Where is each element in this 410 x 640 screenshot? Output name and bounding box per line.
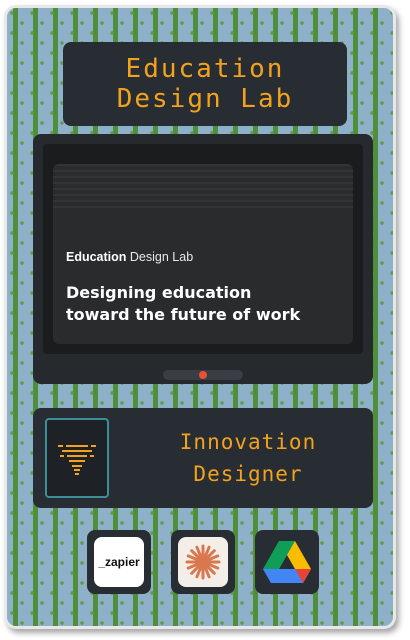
monitor-screen: Education Design Lab Designing education… xyxy=(43,144,363,354)
lightbulb-icon xyxy=(58,445,96,475)
slide-brand-bold: Education xyxy=(66,250,127,264)
zapier-logo-text: _zapier xyxy=(98,555,140,569)
role-icon-frame xyxy=(45,418,109,498)
power-led xyxy=(199,371,207,379)
slide-headline-line-1: Designing education xyxy=(66,283,252,302)
role-panel: Innovation Designer xyxy=(33,408,373,508)
tool-icons-row: _zapier xyxy=(7,530,393,600)
asterisk-logo-icon xyxy=(178,537,228,587)
monitor: Education Design Lab Designing education… xyxy=(33,134,373,384)
role-title: Innovation Designer xyxy=(133,426,363,490)
monitor-stand-bar xyxy=(163,370,243,380)
title-panel: Education Design Lab xyxy=(63,42,347,126)
zapier-icon: _zapier xyxy=(94,537,144,587)
google-drive-icon xyxy=(263,541,311,583)
slide-brand: Education Design Lab xyxy=(66,250,193,264)
claude-tile[interactable] xyxy=(171,530,235,594)
zapier-tile[interactable]: _zapier xyxy=(87,530,151,594)
slide-headline-line-2: toward the future of work xyxy=(66,305,301,324)
slide-stripes xyxy=(53,164,353,208)
profile-card: Education Design Lab Education Design La… xyxy=(4,5,396,629)
title-line-2: Design Lab xyxy=(116,84,294,114)
google-drive-tile[interactable] xyxy=(255,530,319,594)
role-title-line-1: Innovation xyxy=(179,430,317,454)
slide-headline: Designing education toward the future of… xyxy=(66,282,346,326)
presentation-slide: Education Design Lab Designing education… xyxy=(53,164,353,344)
slide-brand-rest: Design Lab xyxy=(129,250,194,264)
title-line-1: Education xyxy=(125,54,285,84)
role-title-line-2: Designer xyxy=(193,462,303,486)
sunburst-icon xyxy=(185,544,221,580)
